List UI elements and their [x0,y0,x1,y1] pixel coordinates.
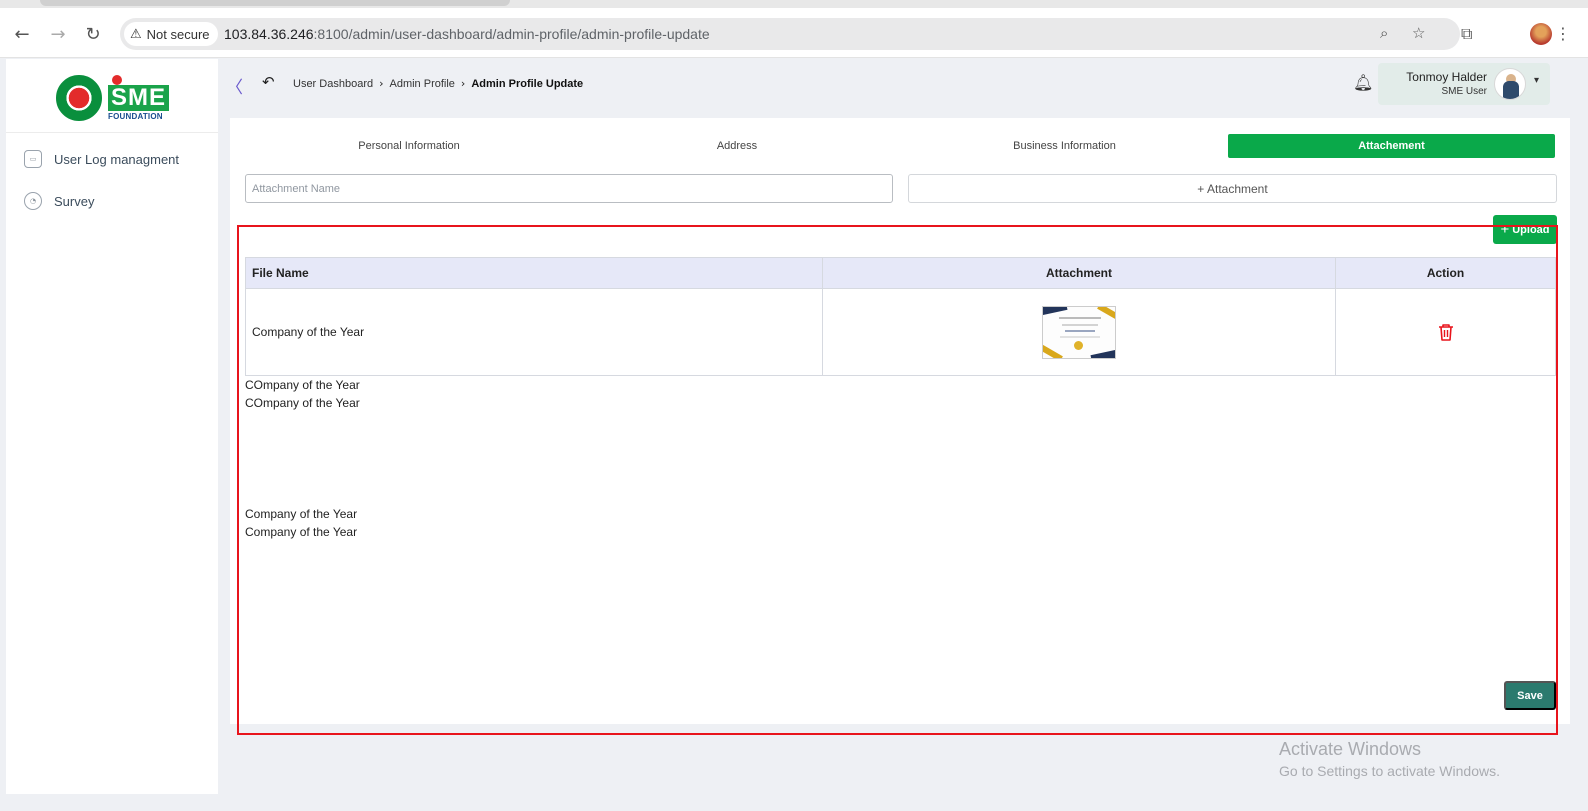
windows-activation-watermark: Activate Windows Go to Settings to activ… [1279,739,1500,779]
column-file-name: File Name [245,257,823,289]
broken-image-alt: Company of the Year [245,525,358,539]
watermark-subtitle: Go to Settings to activate Windows. [1279,763,1500,779]
url-host: 103.84.36.246 [224,26,314,42]
user-name: Tonmoy Halder [1406,70,1487,84]
table-header-row: File Name Attachment Action [245,257,1556,289]
back-arrow-icon[interactable]: ← [10,22,34,46]
pie-chart-icon: ◔ [24,192,42,210]
kebab-menu-icon[interactable]: ⋮ [1555,24,1571,43]
browser-toolbar: ← → ↻ ⚠ Not secure 103.84.36.246:8100/ad… [0,0,1588,58]
upload-button[interactable]: + Upload [1493,215,1557,244]
watermark-title: Activate Windows [1279,739,1422,759]
certificate-thumbnail[interactable] [1042,305,1116,359]
chevron-right-icon: › [379,77,384,90]
trash-icon[interactable] [1438,323,1454,341]
tab-attachement[interactable]: Attachement [1228,134,1555,158]
upload-label: Upload [1512,223,1550,236]
attachment-name-input[interactable] [245,174,893,203]
government-emblem-icon [56,75,102,121]
sidebar-item-user-log[interactable]: ▭ User Log managment [24,150,179,168]
chevron-right-icon: › [460,77,466,90]
profile-tabs: Personal Information Address Business In… [245,134,1556,158]
breadcrumb-user-dashboard[interactable]: User Dashboard [293,78,373,90]
collapse-sidebar-icon[interactable]: 〈 [226,73,243,98]
reload-icon[interactable]: ↻ [81,22,105,46]
save-button[interactable]: Save [1504,681,1556,710]
warning-icon: ⚠ [130,26,142,42]
broken-attachment-item: COmpany of the Year COmpany of the Year [245,376,365,412]
tab-strip [0,0,1588,8]
user-menu[interactable]: Tonmoy Halder SME User ▾ [1378,63,1550,105]
log-icon: ▭ [24,150,42,168]
broken-item-caption: Company of the Year [245,507,358,521]
add-attachment-button[interactable]: + Attachment [908,174,1557,203]
star-icon[interactable]: ☆ [1412,24,1425,42]
sidebar: SME FOUNDATION ▭ User Log managment ◔ Su… [6,59,218,794]
attachment-cell [822,288,1336,376]
avatar [1494,68,1526,100]
zoom-icon[interactable]: ⌕ [1380,24,1388,42]
url-text[interactable]: 103.84.36.246:8100/admin/user-dashboard/… [224,26,710,42]
tab-business-information[interactable]: Business Information [901,134,1228,158]
tab-personal-information[interactable]: Personal Information [245,134,573,158]
browser-tab[interactable] [40,0,510,6]
sidebar-item-label: Survey [54,193,95,209]
sidebar-item-label: User Log managment [54,151,180,167]
sme-logo[interactable]: SME FOUNDATION [108,75,170,121]
column-attachment: Attachment [822,257,1336,289]
extensions-icon[interactable]: ⧉ [1461,24,1472,44]
bell-icon[interactable]: 🔔︎ [1353,73,1373,92]
action-cell [1335,288,1556,376]
chevron-down-icon[interactable]: ▾ [1534,75,1539,86]
plus-icon: + [1500,221,1510,238]
file-name-cell: Company of the Year [245,288,823,376]
security-chip[interactable]: ⚠ Not secure [124,22,218,46]
broken-item-caption: COmpany of the Year [245,378,360,392]
logo-subtext: FOUNDATION [108,112,163,121]
logo-area: SME FOUNDATION [6,59,218,133]
logo-text: SME [108,85,170,111]
table-row: Company of the Year [245,288,1556,376]
user-role: SME User [1441,86,1487,97]
broken-attachment-item: Company of the Year Company of the Year [245,505,365,541]
breadcrumb-current: Admin Profile Update [471,77,584,90]
forward-arrow-icon[interactable]: → [46,22,70,46]
breadcrumb: User Dashboard › Admin Profile › Admin P… [293,77,583,90]
sidebar-item-survey[interactable]: ◔ Survey [24,192,94,210]
attachments-table: File Name Attachment Action Company of t… [245,257,1556,376]
broken-image-alt: COmpany of the Year [245,396,360,410]
url-path: :8100/admin/user-dashboard/admin-profile… [313,26,710,42]
browser-profile-avatar[interactable] [1530,23,1552,45]
top-header: 〈 ↶ User Dashboard › Admin Profile › Adm… [218,59,1588,111]
tab-address[interactable]: Address [573,134,901,158]
breadcrumb-admin-profile[interactable]: Admin Profile [390,78,455,90]
main-content: Personal Information Address Business In… [230,118,1570,724]
security-label: Not secure [146,26,210,42]
column-action: Action [1335,257,1556,289]
undo-back-icon[interactable]: ↶ [262,73,275,91]
address-bar[interactable]: ⚠ Not secure 103.84.36.246:8100/admin/us… [120,18,1460,50]
